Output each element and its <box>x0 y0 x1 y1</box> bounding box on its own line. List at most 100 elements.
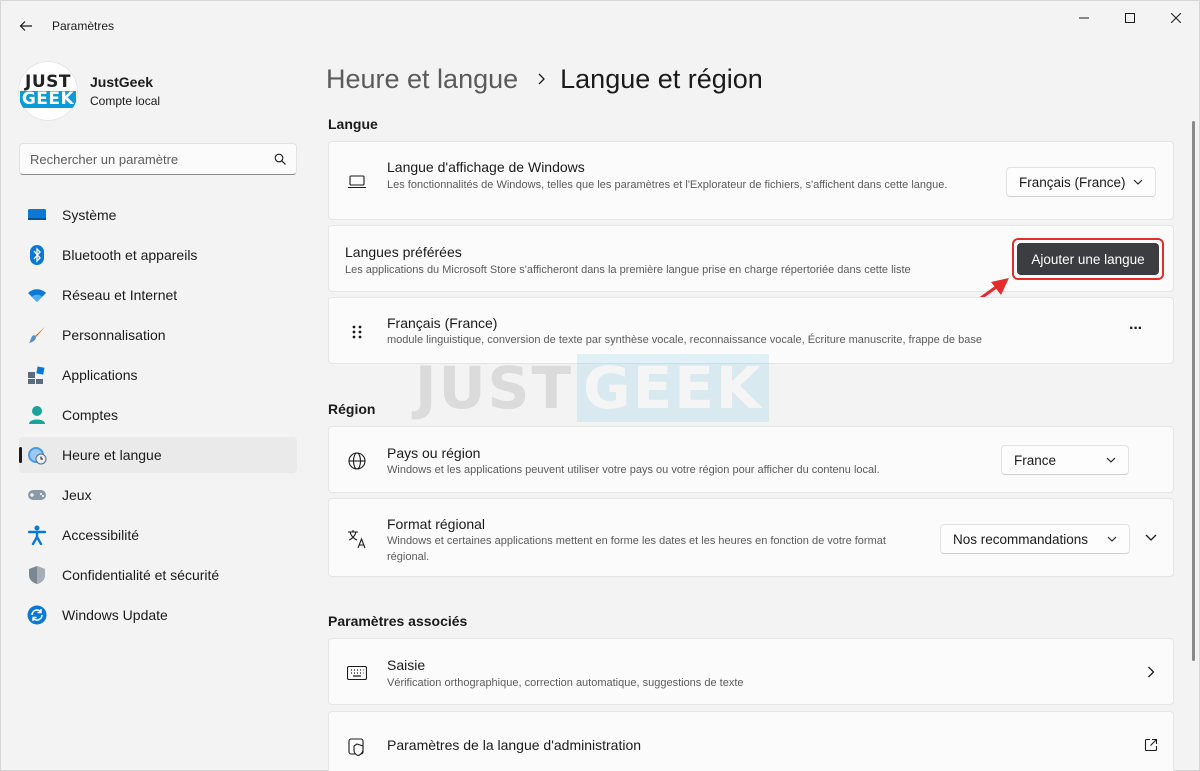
minimize-button[interactable] <box>1061 1 1107 35</box>
country-card: Pays ou région Windows et les applicatio… <box>328 426 1174 493</box>
sidebar-item-accessibilite[interactable]: Accessibilité <box>19 517 297 553</box>
installed-language-title: Français (France) <box>387 315 498 331</box>
section-title-related: Paramètres associés <box>328 613 468 629</box>
globe-icon <box>347 451 367 471</box>
display-language-value: Français (France) <box>1019 174 1126 190</box>
update-icon <box>27 605 47 625</box>
typing-card[interactable]: Saisie Vérification orthographique, corr… <box>328 638 1174 705</box>
breadcrumb: Heure et langue Langue et région <box>326 61 763 97</box>
search-input[interactable] <box>30 151 274 167</box>
section-title-langue: Langue <box>328 116 378 132</box>
preferred-languages-title: Langues préférées <box>345 244 462 260</box>
close-icon <box>1171 13 1181 23</box>
avatar[interactable]: JUST GEEK <box>18 61 78 121</box>
chevron-down-icon <box>1133 179 1143 185</box>
country-dropdown[interactable]: France <box>1001 445 1129 475</box>
sidebar-item-label: Windows Update <box>62 607 168 623</box>
typing-title: Saisie <box>387 657 426 673</box>
typing-description: Vérification orthographique, correction … <box>387 677 744 689</box>
wifi-icon <box>27 285 47 305</box>
section-title-region: Région <box>328 401 376 417</box>
country-title: Pays ou région <box>387 445 481 461</box>
regional-format-description: Windows et certaines applications metten… <box>387 535 886 563</box>
sidebar-item-label: Heure et langue <box>62 447 162 463</box>
title-bar: Paramètres <box>1 1 1199 49</box>
system-icon <box>27 205 47 225</box>
display-language-title: Langue d'affichage de Windows <box>387 159 585 175</box>
settings-window: Paramètres JUST GEEK JustGeek Compte loc… <box>0 0 1200 771</box>
maximize-button[interactable] <box>1107 1 1153 35</box>
apps-icon <box>27 365 47 385</box>
more-options-button[interactable]: ··· <box>1129 320 1143 338</box>
bluetooth-icon <box>27 245 47 265</box>
window-controls <box>1061 1 1199 35</box>
sidebar-item-confidentialite[interactable]: Confidentialité et sécurité <box>19 557 297 593</box>
admin-language-card[interactable]: Paramètres de la langue d'administration <box>328 711 1174 771</box>
sidebar-item-systeme[interactable]: Système <box>19 197 297 233</box>
preferred-languages-description: Les applications du Microsoft Store s'af… <box>345 264 911 276</box>
chevron-right-icon <box>536 73 546 85</box>
expand-chevron-icon[interactable] <box>1145 534 1157 542</box>
sidebar-item-label: Personnalisation <box>62 327 166 343</box>
chevron-down-icon <box>1106 457 1116 463</box>
sidebar-item-label: Réseau et Internet <box>62 287 178 303</box>
scrollbar[interactable] <box>1192 121 1195 661</box>
sidebar-item-bluetooth[interactable]: Bluetooth et appareils <box>19 237 297 273</box>
display-language-description: Les fonctionnalités de Windows, telles q… <box>387 179 948 191</box>
sidebar-item-comptes[interactable]: Comptes <box>19 397 297 433</box>
watermark-geek: GEEK <box>577 354 769 422</box>
sidebar-item-label: Comptes <box>62 407 119 423</box>
admin-language-title: Paramètres de la langue d'administration <box>387 737 642 753</box>
keyboard-icon <box>347 663 367 683</box>
time-language-icon <box>27 445 47 465</box>
regional-format-card: Format régional Windows et certaines app… <box>328 498 1174 577</box>
sidebar-nav: Système Bluetooth et appareils Réseau et… <box>19 197 297 637</box>
sidebar-item-reseau[interactable]: Réseau et Internet <box>19 277 297 313</box>
search-icon[interactable] <box>274 153 286 165</box>
regional-format-title: Format régional <box>387 516 486 532</box>
sidebar-item-label: Système <box>62 207 117 223</box>
installed-language-card[interactable]: Français (France) module linguistique, c… <box>328 297 1174 364</box>
chevron-right-icon <box>1148 666 1155 678</box>
sidebar-item-jeux[interactable]: Jeux <box>19 477 297 513</box>
accessibility-icon <box>27 525 47 545</box>
drag-handle-icon[interactable] <box>347 322 367 342</box>
sidebar-item-label: Applications <box>62 367 138 383</box>
country-value: France <box>1014 452 1057 468</box>
back-button[interactable] <box>13 13 39 39</box>
regional-format-value: Nos recommandations <box>953 531 1089 547</box>
external-link-icon <box>1144 738 1158 752</box>
display-language-card: Langue d'affichage de Windows Les foncti… <box>328 141 1174 220</box>
add-language-button[interactable]: Ajouter une langue <box>1017 243 1159 275</box>
sidebar-item-personnalisation[interactable]: Personnalisation <box>19 317 297 353</box>
sidebar-item-windows-update[interactable]: Windows Update <box>19 597 297 633</box>
regional-format-dropdown[interactable]: Nos recommandations <box>940 524 1130 554</box>
sidebar-item-label: Bluetooth et appareils <box>62 247 198 263</box>
logo-geek: GEEK <box>19 89 77 109</box>
brush-icon <box>27 325 47 345</box>
minimize-icon <box>1079 17 1089 19</box>
sidebar-item-label: Accessibilité <box>62 527 140 543</box>
translate-icon <box>347 529 367 549</box>
page-title: Langue et région <box>560 63 763 94</box>
country-description: Windows et les applications peuvent util… <box>387 464 880 476</box>
preferred-languages-card: Langues préférées Les applications du Mi… <box>328 225 1174 292</box>
account-icon <box>27 405 47 425</box>
sidebar-item-heure-langue[interactable]: Heure et langue <box>19 437 297 473</box>
shield-icon <box>27 565 47 585</box>
maximize-icon <box>1125 13 1135 23</box>
chevron-down-icon <box>1107 536 1117 542</box>
account-type: Compte local <box>90 94 161 108</box>
watermark-just: JUST <box>415 354 574 422</box>
sidebar-item-applications[interactable]: Applications <box>19 357 297 393</box>
gamepad-icon <box>27 485 47 505</box>
display-language-dropdown[interactable]: Français (France) <box>1006 167 1156 197</box>
app-title: Paramètres <box>52 19 115 33</box>
installed-language-description: module linguistique, conversion de texte… <box>387 334 982 346</box>
watermark: JUST GEEK <box>415 354 769 422</box>
profile-name: JustGeek <box>90 74 154 90</box>
breadcrumb-parent[interactable]: Heure et langue <box>326 64 518 95</box>
laptop-icon <box>347 172 367 192</box>
sidebar-item-label: Jeux <box>62 487 92 503</box>
close-button[interactable] <box>1153 1 1199 35</box>
